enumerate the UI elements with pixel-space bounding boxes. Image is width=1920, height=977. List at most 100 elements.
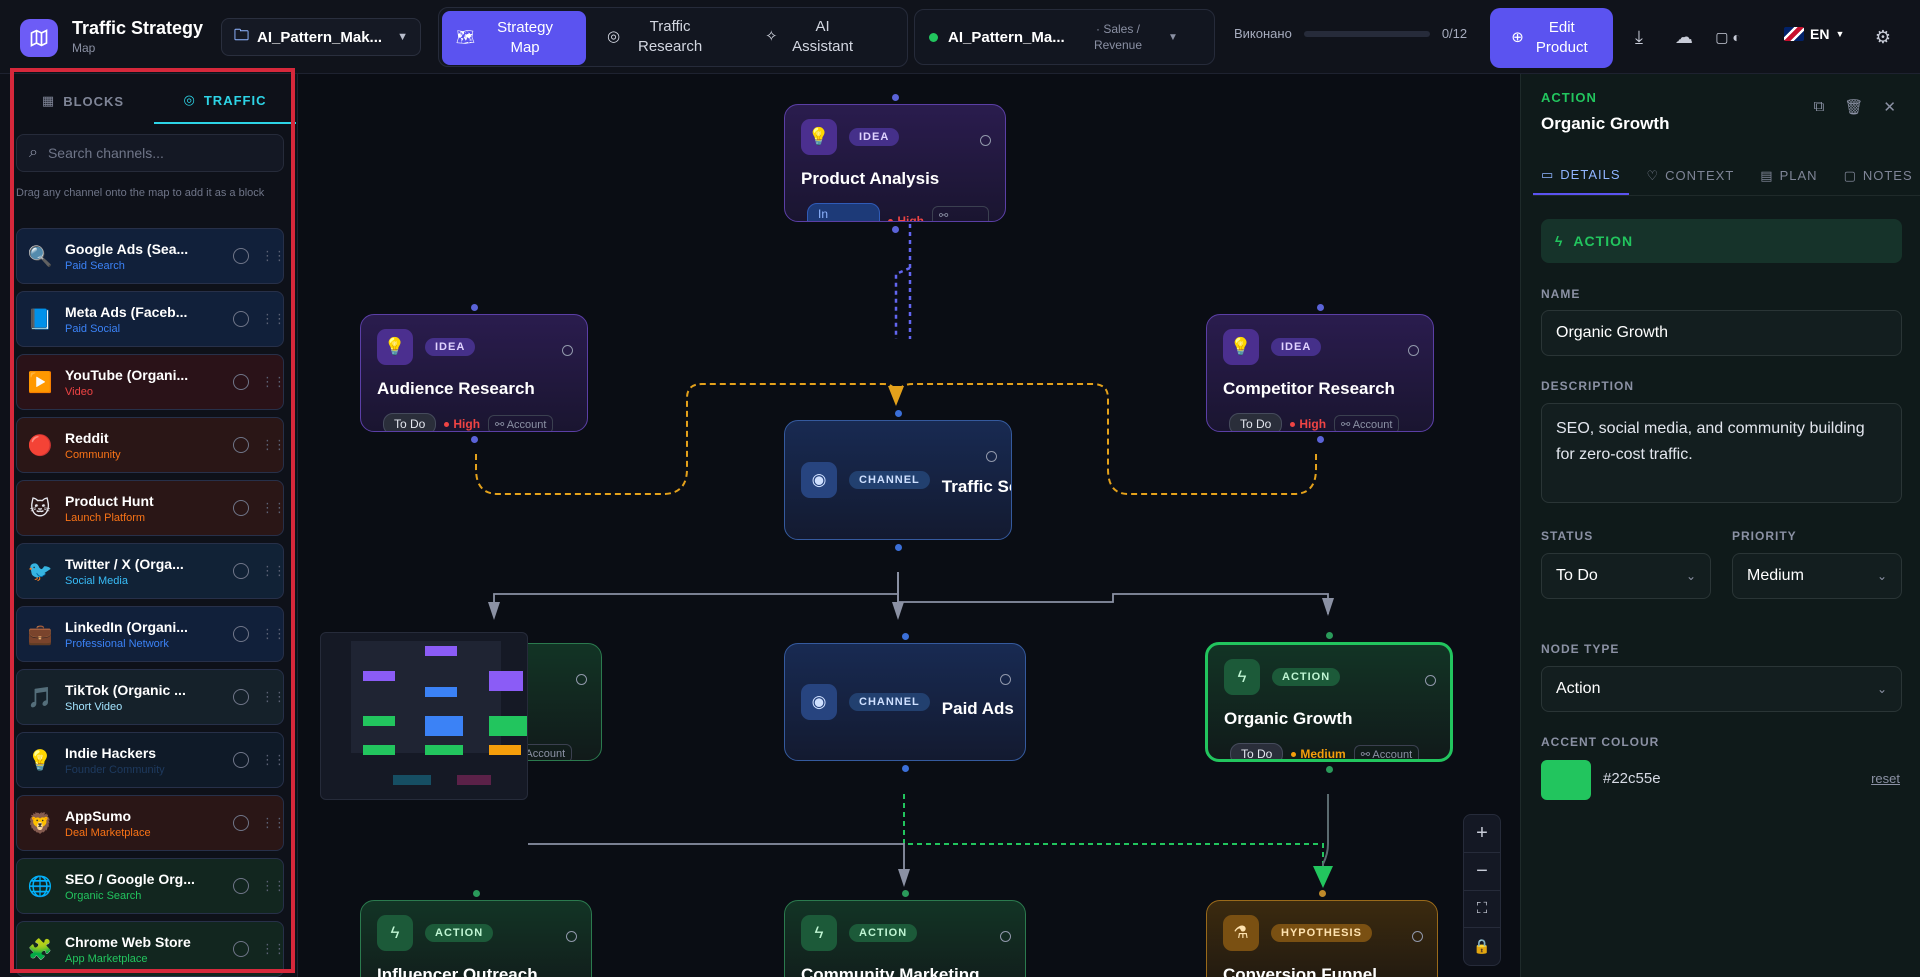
connection-port[interactable] — [470, 304, 478, 311]
duplicate-icon[interactable]: ⧉ — [1814, 98, 1825, 116]
settings-gear-icon[interactable]: ⚙ — [1870, 24, 1896, 50]
channel-item[interactable]: 🐦 Twitter / X (Orga... Social Media ⋮⋮ — [16, 543, 284, 599]
user-icon[interactable] — [233, 500, 249, 516]
node-influencer-outreach[interactable]: ϟ ACTION Influencer Outreach — [360, 900, 592, 977]
node-paid-ads[interactable]: ◉CHANNELPaid AdsTo DoMedium⚯ Account — [784, 643, 1026, 761]
connection-port[interactable] — [1325, 632, 1333, 639]
channel-item[interactable]: ▶️ YouTube (Organi... Video ⋮⋮ — [16, 354, 284, 410]
user-icon[interactable] — [233, 311, 249, 327]
user-icon[interactable] — [233, 563, 249, 579]
drag-handle-icon[interactable]: ⋮⋮ — [261, 626, 283, 642]
node-select-radio[interactable] — [562, 345, 573, 356]
tab-notes[interactable]: ▢ NOTES — [1836, 156, 1920, 195]
minimap[interactable] — [320, 632, 528, 800]
status-select[interactable]: To Do ⌄ — [1541, 553, 1711, 599]
connection-port[interactable] — [472, 890, 480, 897]
nav-traffic-research[interactable]: ◎ Traffic Research — [593, 8, 743, 66]
connection-port[interactable] — [1318, 890, 1326, 897]
connection-port[interactable] — [1325, 766, 1333, 773]
channel-item[interactable]: 💼 LinkedIn (Organi... Professional Network… — [16, 606, 284, 662]
node-select-radio[interactable] — [1000, 674, 1011, 685]
user-icon[interactable] — [233, 248, 249, 264]
node-product-analysis[interactable]: 💡 IDEA Product Analysis In Progress High ⚯ Ac… — [784, 104, 1006, 222]
user-icon[interactable] — [233, 626, 249, 642]
channel-item[interactable]: 🌐 SEO / Google Org... Organic Search ⋮⋮ — [16, 858, 284, 914]
lock-icon[interactable]: 🔒 — [1464, 928, 1500, 965]
download-icon[interactable]: ⤓ — [1626, 24, 1652, 50]
node-select-radio[interactable] — [1000, 931, 1011, 942]
description-field[interactable]: SEO, social media, and community buildin… — [1541, 403, 1902, 503]
project-select[interactable]: 🗀 AI_Pattern_Mak... ▼ — [221, 18, 421, 56]
drag-handle-icon[interactable]: ⋮⋮ — [261, 311, 283, 327]
user-icon[interactable] — [233, 815, 249, 831]
tab-blocks[interactable]: ▦ BLOCKS — [12, 78, 154, 124]
node-select-radio[interactable] — [980, 135, 991, 146]
node-select-radio[interactable] — [986, 451, 997, 462]
node-select-radio[interactable] — [1425, 675, 1436, 686]
channel-item[interactable]: 💡 Indie Hackers Founder Community ⋮⋮ — [16, 732, 284, 788]
user-icon[interactable] — [233, 374, 249, 390]
drag-handle-icon[interactable]: ⋮⋮ — [261, 563, 283, 579]
cloud-icon[interactable]: ☁ — [1671, 24, 1697, 50]
zoom-in-icon[interactable]: + — [1464, 815, 1500, 853]
channel-item[interactable]: 🔴 Reddit Community ⋮⋮ — [16, 417, 284, 473]
connection-port[interactable] — [1316, 436, 1324, 443]
node-organic-growth[interactable]: ϟ ACTION Organic Growth To Do Medium ⚯ Accoun… — [1205, 642, 1453, 762]
nav-strategy-map[interactable]: 🗺 Strategy Map — [442, 11, 586, 65]
channel-item[interactable]: 🎵 TikTok (Organic ... Short Video ⋮⋮ — [16, 669, 284, 725]
user-icon[interactable] — [233, 941, 249, 957]
node-competitor-research[interactable]: 💡 IDEA Competitor Research To Do High ⚯ Accou… — [1206, 314, 1434, 432]
node-traffic-sources[interactable]: ◉CHANNELTraffic SourcesTo DoHigh⚯ Accoun… — [784, 420, 1012, 540]
drag-handle-icon[interactable]: ⋮⋮ — [261, 248, 283, 264]
reset-link[interactable]: reset — [1871, 771, 1900, 786]
drag-handle-icon[interactable]: ⋮⋮ — [261, 374, 283, 390]
accent-color-swatch[interactable] — [1541, 760, 1591, 800]
palette-icon[interactable]: ▢ ◐ — [1715, 24, 1741, 50]
connection-port[interactable] — [901, 890, 909, 897]
connection-port[interactable] — [894, 410, 902, 417]
drag-handle-icon[interactable]: ⋮⋮ — [261, 752, 283, 768]
drag-handle-icon[interactable]: ⋮⋮ — [261, 941, 283, 957]
user-icon[interactable] — [233, 689, 249, 705]
drag-handle-icon[interactable]: ⋮⋮ — [261, 437, 283, 453]
priority-select[interactable]: Medium ⌄ — [1732, 553, 1902, 599]
node-conversion-funnel[interactable]: ⚗ HYPOTHESIS Conversion Funnel — [1206, 900, 1438, 977]
nav-ai-assistant[interactable]: ✧ AI Assistant — [751, 8, 901, 66]
drag-handle-icon[interactable]: ⋮⋮ — [261, 878, 283, 894]
tab-traffic[interactable]: ◎ TRAFFIC — [154, 78, 296, 124]
channel-item[interactable]: 🔍 Google Ads (Sea... Paid Search ⋮⋮ — [16, 228, 284, 284]
name-field[interactable]: Organic Growth — [1541, 310, 1902, 356]
edit-product-button[interactable]: ⊕ Edit Product — [1490, 8, 1613, 68]
connection-port[interactable] — [891, 226, 899, 233]
drag-handle-icon[interactable]: ⋮⋮ — [261, 500, 283, 516]
tab-details[interactable]: ▭ DETAILS — [1533, 156, 1629, 195]
node-community-marketing[interactable]: ϟ ACTION Community Marketing — [784, 900, 1026, 977]
node-select-radio[interactable] — [1408, 345, 1419, 356]
strategy-canvas[interactable]: 💡 IDEA Product Analysis In Progress High ⚯ Ac… — [298, 74, 1520, 977]
close-icon[interactable]: ✕ — [1883, 98, 1896, 116]
trash-icon[interactable]: 🗑 — [1844, 98, 1863, 116]
channel-item[interactable]: 🧩 Chrome Web Store App Marketplace ⋮⋮ — [16, 921, 284, 977]
connection-port[interactable] — [891, 94, 899, 101]
connection-port[interactable] — [894, 544, 902, 551]
user-icon[interactable] — [233, 437, 249, 453]
tab-context[interactable]: ♡ CONTEXT — [1639, 156, 1743, 195]
workspace-select[interactable]: AI_Pattern_Ma... · Sales / Revenue ▼ — [914, 9, 1215, 65]
drag-handle-icon[interactable]: ⋮⋮ — [261, 815, 283, 831]
user-icon[interactable] — [233, 878, 249, 894]
node-audience-research[interactable]: 💡 IDEA Audience Research To Do High ⚯ Account — [360, 314, 588, 432]
connection-port[interactable] — [1316, 304, 1324, 311]
node-select-radio[interactable] — [1412, 931, 1423, 942]
node-select-radio[interactable] — [566, 931, 577, 942]
node-select-radio[interactable] — [576, 674, 587, 685]
language-select[interactable]: EN ▼ — [1784, 26, 1844, 42]
user-icon[interactable] — [233, 752, 249, 768]
connection-port[interactable] — [901, 765, 909, 772]
connection-port[interactable] — [901, 633, 909, 640]
search-input[interactable] — [47, 145, 268, 161]
channel-item[interactable]: 🐱 Product Hunt Launch Platform ⋮⋮ — [16, 480, 284, 536]
node-type-select[interactable]: Action ⌄ — [1541, 666, 1902, 712]
zoom-out-icon[interactable]: − — [1464, 853, 1500, 891]
drag-handle-icon[interactable]: ⋮⋮ — [261, 689, 283, 705]
connection-port[interactable] — [470, 436, 478, 443]
